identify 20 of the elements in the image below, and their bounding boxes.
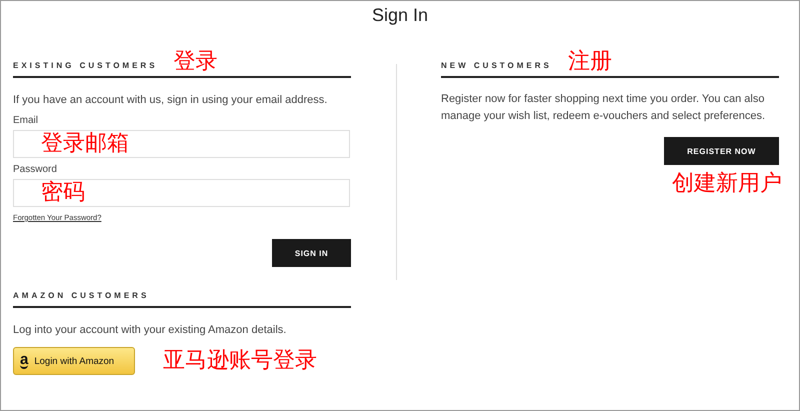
intro-text: Register now for faster shopping next time you order. You can also manage your wish list, redeem e-vouchers and select preferences. bbox=[441, 92, 766, 124]
login-with-amazon-button[interactable]: a Login with Amazon bbox=[13, 347, 135, 375]
sign-in-button[interactable]: SIGN IN bbox=[272, 239, 351, 267]
annotation: 创建新用户 bbox=[672, 172, 782, 196]
section-heading: NEW CUSTOMERS bbox=[441, 60, 552, 70]
annotation: 登录邮箱 bbox=[41, 132, 129, 156]
register-now-button[interactable]: REGISTER NOW bbox=[664, 137, 779, 165]
intro-text: If you have an account with us, sign in using your email address. bbox=[13, 93, 328, 108]
field-label: Email bbox=[13, 114, 40, 128]
section-heading: EXISTING CUSTOMERS bbox=[13, 60, 158, 70]
field-label: Password bbox=[13, 163, 58, 177]
annotation: 密码 bbox=[41, 181, 85, 205]
annotation: 注册 bbox=[568, 50, 612, 74]
section-heading: AMAZON CUSTOMERS bbox=[13, 290, 150, 300]
intro-text: Log into your account with your existing Amazon details. bbox=[13, 323, 288, 338]
input-field[interactable] bbox=[13, 130, 350, 158]
input-field[interactable] bbox=[13, 179, 350, 207]
annotation: 亚马逊账号登录 bbox=[163, 349, 317, 373]
annotation: 登录 bbox=[174, 50, 218, 74]
page-title: Sign In bbox=[370, 4, 430, 26]
